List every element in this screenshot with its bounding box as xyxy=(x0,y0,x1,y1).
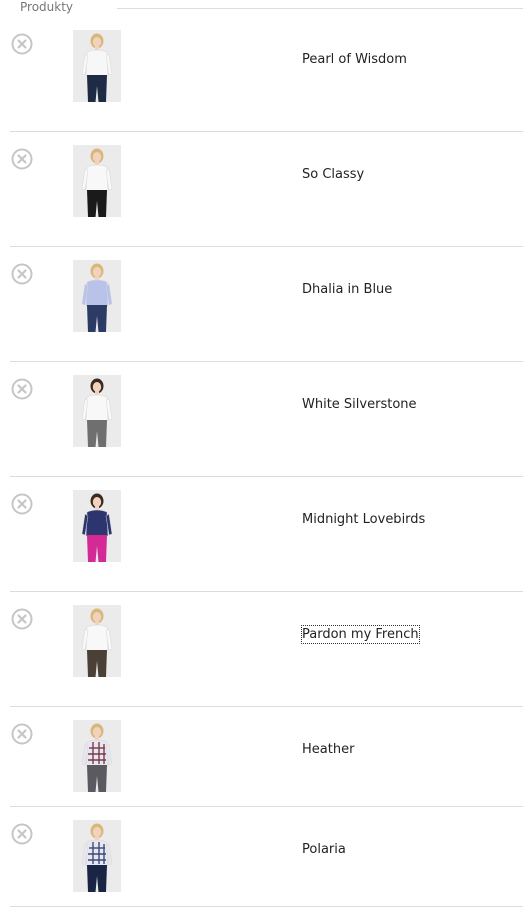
product-name-link[interactable]: Polaria xyxy=(302,841,346,858)
product-name-link[interactable]: Pearl of Wisdom xyxy=(302,51,407,68)
product-thumbnail[interactable] xyxy=(73,490,121,562)
remove-product-button[interactable] xyxy=(11,33,33,55)
close-circle-icon xyxy=(11,823,33,845)
product-row: Pearl of Wisdom xyxy=(10,17,523,132)
remove-product-button[interactable] xyxy=(11,148,33,170)
remove-product-button[interactable] xyxy=(11,608,33,630)
product-name-link[interactable]: Dhalia in Blue xyxy=(302,281,392,298)
product-row: So Classy xyxy=(10,132,523,247)
product-thumbnail[interactable] xyxy=(73,820,121,892)
product-row: Pardon my French xyxy=(10,592,523,707)
product-row: Polaria xyxy=(10,807,523,907)
section-divider xyxy=(117,8,523,9)
product-thumbnail[interactable] xyxy=(73,260,121,332)
close-circle-icon xyxy=(11,608,33,630)
close-circle-icon xyxy=(11,723,33,745)
product-row: White Silverstone xyxy=(10,362,523,477)
remove-product-button[interactable] xyxy=(11,493,33,515)
product-name-link[interactable]: Pardon my French xyxy=(301,625,420,644)
remove-product-button[interactable] xyxy=(11,823,33,845)
product-thumbnail[interactable] xyxy=(73,145,121,217)
product-name-link[interactable]: Heather xyxy=(302,741,354,758)
remove-product-button[interactable] xyxy=(11,263,33,285)
close-circle-icon xyxy=(11,148,33,170)
remove-product-button[interactable] xyxy=(11,378,33,400)
product-row: Heather xyxy=(10,707,523,807)
product-name-link[interactable]: White Silverstone xyxy=(302,396,417,413)
close-circle-icon xyxy=(11,378,33,400)
product-row: Midnight Lovebirds xyxy=(10,477,523,592)
product-list: Pearl of Wisdom So Classy Dhalia in Blue Wh… xyxy=(10,17,523,907)
product-name-link[interactable]: So Classy xyxy=(302,166,364,183)
products-section-header: Produkty xyxy=(0,0,523,18)
product-thumbnail[interactable] xyxy=(73,720,121,792)
close-circle-icon xyxy=(11,33,33,55)
product-name-link[interactable]: Midnight Lovebirds xyxy=(302,511,425,528)
section-title: Produkty xyxy=(20,0,82,15)
product-thumbnail[interactable] xyxy=(73,605,121,677)
remove-product-button[interactable] xyxy=(11,723,33,745)
product-thumbnail[interactable] xyxy=(73,375,121,447)
close-circle-icon xyxy=(11,493,33,515)
close-circle-icon xyxy=(11,263,33,285)
product-row: Dhalia in Blue xyxy=(10,247,523,362)
product-thumbnail[interactable] xyxy=(73,30,121,102)
